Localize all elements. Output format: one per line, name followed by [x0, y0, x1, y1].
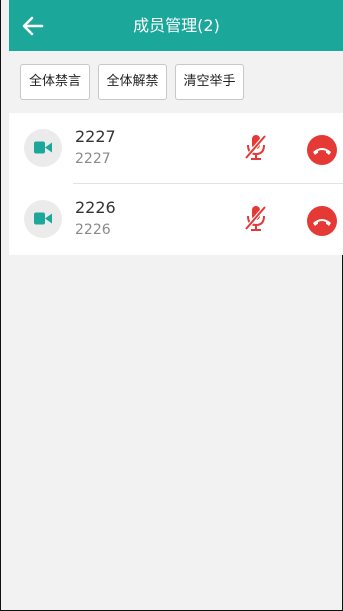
header-bar: 成员管理(2)	[9, 0, 343, 51]
avatar	[24, 200, 62, 238]
member-list: 2227 2227 2226 2226	[9, 113, 343, 255]
hang-up-icon[interactable]	[306, 134, 338, 166]
member-number: 2226	[75, 222, 111, 238]
toolbar: 全体禁言 全体解禁 清空举手	[9, 51, 343, 113]
video-camera-icon	[34, 212, 52, 225]
page-title: 成员管理(2)	[133, 16, 220, 35]
member-name: 2227	[75, 127, 116, 146]
microphone-muted-icon[interactable]	[243, 133, 269, 161]
list-item[interactable]: 2226 2226	[9, 184, 343, 255]
video-camera-icon	[34, 141, 52, 154]
app-frame: 成员管理(2) 全体禁言 全体解禁 清空举手 2227 2227 2226 22…	[0, 0, 343, 611]
list-item[interactable]: 2227 2227	[9, 113, 343, 184]
mute-all-button[interactable]: 全体禁言	[20, 64, 90, 100]
member-name: 2226	[75, 198, 116, 217]
hang-up-icon[interactable]	[306, 205, 338, 237]
microphone-muted-icon[interactable]	[243, 204, 269, 232]
member-number: 2227	[75, 151, 111, 167]
avatar	[24, 129, 62, 167]
unmute-all-button[interactable]: 全体解禁	[98, 64, 167, 100]
clear-raised-hands-button[interactable]: 清空举手	[175, 64, 244, 100]
